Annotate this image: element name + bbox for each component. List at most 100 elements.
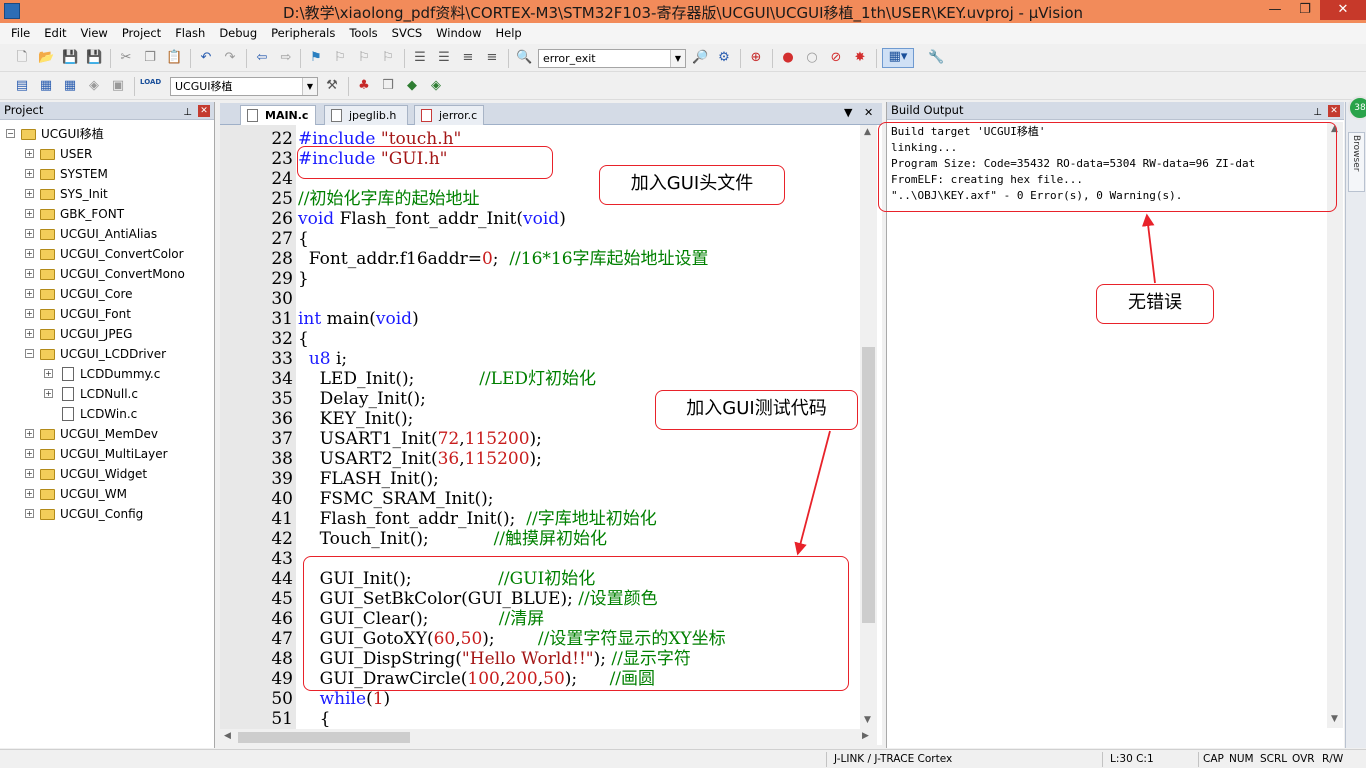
tree-folder-item[interactable]: + UCGUI_ConvertMono — [0, 264, 214, 284]
close-tab-icon[interactable]: ✕ — [864, 106, 873, 119]
tree-folder-item[interactable]: + SYSTEM — [0, 164, 214, 184]
tree-folder-item[interactable]: + UCGUI_Core — [0, 284, 214, 304]
paste-icon[interactable]: 📋 — [166, 50, 182, 66]
translate-icon[interactable]: ▤ — [14, 78, 30, 94]
unindent-icon[interactable]: ☰ — [436, 50, 452, 66]
bookmark-icon[interactable]: ⚑ — [308, 50, 324, 66]
insert-breakpoint-icon[interactable]: ● — [780, 50, 796, 66]
target-combobox[interactable]: UCGUI移植 ▼ — [170, 77, 318, 96]
scroll-thumb[interactable] — [862, 347, 875, 623]
expand-toggle-icon[interactable]: + — [25, 449, 34, 458]
save-all-icon[interactable]: 💾 — [86, 50, 102, 66]
tree-file-item[interactable]: + LCDNull.c — [0, 384, 214, 404]
menu-debug[interactable]: Debug — [212, 23, 264, 44]
build-icon[interactable]: ▦ — [38, 78, 54, 94]
expand-toggle-icon[interactable]: + — [25, 269, 34, 278]
select-packs-icon[interactable]: ❒ — [380, 78, 396, 94]
expand-toggle-icon[interactable]: + — [25, 169, 34, 178]
menu-project[interactable]: Project — [115, 23, 168, 44]
scroll-thumb[interactable] — [238, 732, 410, 743]
uncomment-icon[interactable]: ≡ — [484, 50, 500, 66]
tree-folder-item[interactable]: + UCGUI_MemDev — [0, 424, 214, 444]
target-options-icon[interactable]: ⚒ — [324, 78, 340, 94]
chevron-down-icon[interactable]: ▼ — [302, 78, 317, 95]
debug-session-icon[interactable]: ⊕ — [748, 50, 764, 66]
tree-folder-item[interactable]: + SYS_Init — [0, 184, 214, 204]
menu-help[interactable]: Help — [489, 23, 529, 44]
maximize-button[interactable]: ❐ — [1290, 0, 1320, 20]
incremental-find-icon[interactable]: ⚙ — [716, 50, 732, 66]
rebuild-icon[interactable]: ▦ — [62, 78, 78, 94]
expand-toggle-icon[interactable]: + — [25, 189, 34, 198]
tree-file-item[interactable]: LCDWin.c — [0, 404, 214, 424]
load-download-icon[interactable]: LOAD — [140, 78, 161, 94]
tree-folder-item[interactable]: + UCGUI_Config — [0, 504, 214, 524]
next-bookmark-icon[interactable]: ⚐ — [356, 50, 372, 66]
close-icon[interactable]: ✕ — [1328, 105, 1340, 117]
tree-folder-item[interactable]: + UCGUI_Font — [0, 304, 214, 324]
menu-svcs[interactable]: SVCS — [385, 23, 430, 44]
expand-toggle-icon[interactable]: + — [44, 369, 53, 378]
menu-tools[interactable]: Tools — [342, 23, 384, 44]
cut-icon[interactable]: ✂ — [118, 50, 134, 66]
tree-folder-item[interactable]: + UCGUI_AntiAlias — [0, 224, 214, 244]
clear-bookmarks-icon[interactable]: ⚐ — [380, 50, 396, 66]
close-icon[interactable]: ✕ — [198, 105, 210, 117]
tree-file-item[interactable]: + LCDDummy.c — [0, 364, 214, 384]
menu-view[interactable]: View — [74, 23, 115, 44]
new-file-icon[interactable]: 🗋 — [14, 50, 30, 66]
scroll-up-icon[interactable]: ▲ — [864, 127, 871, 137]
find-icon[interactable]: 🔎 — [692, 50, 708, 66]
expand-toggle-icon[interactable]: − — [25, 349, 34, 358]
chevron-down-icon[interactable]: ▼ — [670, 50, 685, 67]
stop-build-icon[interactable]: ▣ — [110, 78, 126, 94]
tree-folder-item[interactable]: + UCGUI_MultiLayer — [0, 444, 214, 464]
navigate-back-icon[interactable]: ⇦ — [254, 50, 270, 66]
expand-toggle-icon[interactable]: + — [25, 229, 34, 238]
expand-toggle-icon[interactable]: + — [25, 289, 34, 298]
expand-toggle-icon[interactable]: + — [25, 469, 34, 478]
expand-toggle-icon[interactable]: + — [25, 489, 34, 498]
tree-folder-item[interactable]: + UCGUI_WM — [0, 484, 214, 504]
copy-icon[interactable]: ❐ — [142, 50, 158, 66]
pin-icon[interactable]: ⊥ — [183, 104, 192, 121]
enable-breakpoint-icon[interactable]: ○ — [804, 50, 820, 66]
editor-horizontal-scrollbar[interactable]: ◀ ▶ — [220, 729, 877, 745]
undo-icon[interactable]: ↶ — [198, 50, 214, 66]
editor-vertical-scrollbar[interactable]: ▲ ▼ — [860, 125, 877, 729]
navigate-forward-icon[interactable]: ⇨ — [278, 50, 294, 66]
tree-folder-item[interactable]: − UCGUI_LCDDriver — [0, 344, 214, 364]
tab-list-icon[interactable]: ▼ — [844, 106, 852, 119]
menu-file[interactable]: File — [4, 23, 37, 44]
browser-side-tab[interactable]: Browser — [1348, 132, 1365, 192]
save-icon[interactable]: 💾 — [62, 50, 78, 66]
menu-peripherals[interactable]: Peripherals — [264, 23, 342, 44]
batch-build-icon[interactable]: ◈ — [86, 78, 102, 94]
comment-icon[interactable]: ≡ — [460, 50, 476, 66]
expand-toggle-icon[interactable]: + — [25, 149, 34, 158]
menu-edit[interactable]: Edit — [37, 23, 73, 44]
tree-folder-item[interactable]: − UCGUI移植 — [0, 124, 214, 144]
expand-toggle-icon[interactable]: + — [25, 209, 34, 218]
expand-toggle-icon[interactable]: + — [25, 429, 34, 438]
find-in-files-icon[interactable]: 🔍 — [516, 50, 532, 66]
expand-toggle-icon[interactable]: + — [25, 329, 34, 338]
close-button[interactable]: ✕ — [1320, 0, 1366, 20]
scroll-down-icon[interactable]: ▼ — [864, 715, 871, 725]
scroll-left-icon[interactable]: ◀ — [224, 731, 231, 741]
tree-folder-item[interactable]: + UCGUI_Widget — [0, 464, 214, 484]
manage-project-items-icon[interactable]: ♣ — [356, 78, 372, 94]
kill-breakpoints-icon[interactable]: ✸ — [852, 50, 868, 66]
pack-installer-icon[interactable]: ◈ — [428, 78, 444, 94]
tab-jerror-c[interactable]: jerror.c — [414, 105, 484, 125]
window-layout-icon[interactable]: ▦▾ — [882, 48, 914, 68]
open-folder-icon[interactable]: 📂 — [38, 50, 54, 66]
tree-folder-item[interactable]: + USER — [0, 144, 214, 164]
disable-breakpoints-icon[interactable]: ⊘ — [828, 50, 844, 66]
tab-jpeglib-h[interactable]: jpeglib.h — [324, 105, 408, 125]
minimize-button[interactable]: — — [1260, 0, 1290, 20]
expand-toggle-icon[interactable]: + — [25, 249, 34, 258]
tree-folder-item[interactable]: + UCGUI_ConvertColor — [0, 244, 214, 264]
tree-folder-item[interactable]: + GBK_FONT — [0, 204, 214, 224]
pin-icon[interactable]: ⊥ — [1313, 104, 1322, 121]
